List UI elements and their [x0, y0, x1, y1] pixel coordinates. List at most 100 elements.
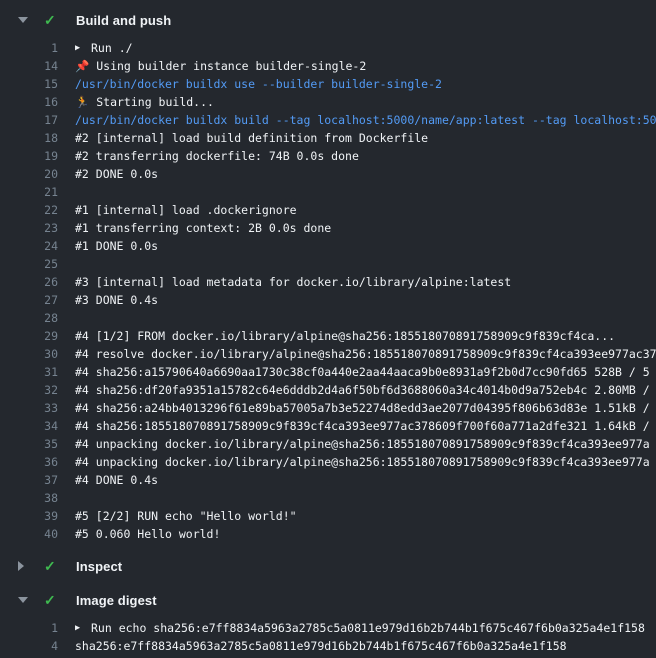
log-line: 22 #1 [internal] load .dockerignore [0, 201, 656, 219]
line-number[interactable]: 24 [0, 237, 58, 255]
line-number[interactable]: 19 [0, 147, 58, 165]
line-text: #5 0.060 Hello world! [75, 525, 220, 543]
line-text: Run echo sha256:e7ff8834a5963a2785c5a081… [91, 619, 645, 637]
log-line: 34 #4 sha256:185518070891758909c9f839cf4… [0, 417, 656, 435]
success-check-icon: ✓ [44, 559, 60, 573]
chevron-right-icon[interactable] [18, 561, 24, 571]
line-text: #4 [1/2] FROM docker.io/library/alpine@s… [75, 327, 615, 345]
line-number[interactable]: 20 [0, 165, 58, 183]
log-line: 26 #3 [internal] load metadata for docke… [0, 273, 656, 291]
log-line: 35 #4 unpacking docker.io/library/alpine… [0, 435, 656, 453]
line-number[interactable]: 1 [0, 619, 58, 637]
log-line: 29 #4 [1/2] FROM docker.io/library/alpin… [0, 327, 656, 345]
log-line: 14 📌 Using builder instance builder-sing… [0, 57, 656, 75]
chevron-down-icon[interactable] [18, 597, 28, 603]
section-header[interactable]: ✓ Inspect [0, 549, 656, 583]
success-check-icon: ✓ [44, 13, 60, 27]
line-number[interactable]: 25 [0, 255, 58, 273]
line-text: #4 resolve docker.io/library/alpine@sha2… [75, 345, 656, 363]
line-number[interactable]: 14 [0, 57, 58, 75]
log-line: 38 [0, 489, 656, 507]
log-line: 31 #4 sha256:a15790640a6690aa1730c38cf0a… [0, 363, 656, 381]
line-number[interactable]: 16 [0, 93, 58, 111]
line-number[interactable]: 15 [0, 75, 58, 93]
log-line: 20 #2 DONE 0.0s [0, 165, 656, 183]
line-number[interactable]: 32 [0, 381, 58, 399]
line-number[interactable]: 18 [0, 129, 58, 147]
log-line: 37 #4 DONE 0.4s [0, 471, 656, 489]
line-text: #5 [2/2] RUN echo "Hello world!" [75, 507, 297, 525]
workflow-log-viewer: ✓ Build and push 1 ▶ Run ./ 14 📌 Using b… [0, 0, 656, 658]
log-line: 15 /usr/bin/docker buildx use --builder … [0, 75, 656, 93]
log-line: 25 [0, 255, 656, 273]
log-section: ✓ Inspect [0, 549, 656, 583]
log-line: 21 [0, 183, 656, 201]
line-text: #4 unpacking docker.io/library/alpine@sh… [75, 453, 650, 471]
success-check-icon: ✓ [44, 593, 60, 607]
log-line: 40 #5 0.060 Hello world! [0, 525, 656, 543]
line-text: /usr/bin/docker buildx build --tag local… [75, 111, 656, 129]
line-number[interactable]: 33 [0, 399, 58, 417]
chevron-down-icon[interactable] [18, 17, 28, 23]
line-number[interactable]: 39 [0, 507, 58, 525]
line-number[interactable]: 35 [0, 435, 58, 453]
line-text: #4 unpacking docker.io/library/alpine@sh… [75, 435, 650, 453]
line-text: #4 sha256:185518070891758909c9f839cf4ca3… [75, 417, 650, 435]
line-text: #2 DONE 0.0s [75, 165, 158, 183]
line-text: #4 DONE 0.4s [75, 471, 158, 489]
line-number[interactable]: 34 [0, 417, 58, 435]
line-text: Run ./ [91, 39, 133, 57]
line-number[interactable]: 30 [0, 345, 58, 363]
log-line: 30 #4 resolve docker.io/library/alpine@s… [0, 345, 656, 363]
log-line: 23 #1 transferring context: 2B 0.0s done [0, 219, 656, 237]
line-text: 🏃 Starting build... [75, 93, 214, 111]
log-line: 17 /usr/bin/docker buildx build --tag lo… [0, 111, 656, 129]
line-text: /usr/bin/docker buildx use --builder bui… [75, 75, 442, 93]
log-line: 4 sha256:e7ff8834a5963a2785c5a0811e979d1… [0, 637, 656, 655]
line-number[interactable]: 40 [0, 525, 58, 543]
group-caret-icon[interactable]: ▶ [75, 619, 91, 637]
line-number[interactable]: 22 [0, 201, 58, 219]
log-line: 28 [0, 309, 656, 327]
log-line: 16 🏃 Starting build... [0, 93, 656, 111]
log-lines: 1 ▶ Run ./ 14 📌 Using builder instance b… [0, 37, 656, 549]
line-text: sha256:e7ff8834a5963a2785c5a0811e979d16b… [75, 637, 567, 655]
section-title: Image digest [76, 593, 157, 608]
line-text: 📌 Using builder instance builder-single-… [75, 57, 366, 75]
line-text: #3 DONE 0.4s [75, 291, 158, 309]
line-number[interactable]: 21 [0, 183, 58, 201]
line-number[interactable]: 1 [0, 39, 58, 57]
log-line: 36 #4 unpacking docker.io/library/alpine… [0, 453, 656, 471]
line-number[interactable]: 29 [0, 327, 58, 345]
log-line: 1 ▶ Run ./ [0, 39, 656, 57]
group-caret-icon[interactable]: ▶ [75, 39, 91, 57]
line-text: #4 sha256:a24bb4013296f61e89ba57005a7b3e… [75, 399, 650, 417]
section-header[interactable]: ✓ Image digest [0, 583, 656, 617]
log-lines: 1 ▶ Run echo sha256:e7ff8834a5963a2785c5… [0, 617, 656, 658]
log-line: 39 #5 [2/2] RUN echo "Hello world!" [0, 507, 656, 525]
section-title: Build and push [76, 13, 171, 28]
line-text: #2 [internal] load build definition from… [75, 129, 428, 147]
line-number[interactable]: 27 [0, 291, 58, 309]
line-number[interactable]: 23 [0, 219, 58, 237]
log-line: 18 #2 [internal] load build definition f… [0, 129, 656, 147]
line-text: #1 [internal] load .dockerignore [75, 201, 297, 219]
line-number[interactable]: 38 [0, 489, 58, 507]
line-number[interactable]: 31 [0, 363, 58, 381]
log-section: ✓ Build and push 1 ▶ Run ./ 14 📌 Using b… [0, 3, 656, 549]
line-text: #4 sha256:a15790640a6690aa1730c38cf0a440… [75, 363, 650, 381]
section-header[interactable]: ✓ Build and push [0, 3, 656, 37]
line-number[interactable]: 36 [0, 453, 58, 471]
line-number[interactable]: 37 [0, 471, 58, 489]
log-line: 1 ▶ Run echo sha256:e7ff8834a5963a2785c5… [0, 619, 656, 637]
log-line: 27 #3 DONE 0.4s [0, 291, 656, 309]
line-number[interactable]: 28 [0, 309, 58, 327]
line-number[interactable]: 4 [0, 637, 58, 655]
line-text: #1 transferring context: 2B 0.0s done [75, 219, 331, 237]
log-section: ✓ Image digest 1 ▶ Run echo sha256:e7ff8… [0, 583, 656, 658]
log-line: 32 #4 sha256:df20fa9351a15782c64e6dddb2d… [0, 381, 656, 399]
line-number[interactable]: 26 [0, 273, 58, 291]
line-number[interactable]: 17 [0, 111, 58, 129]
line-text: #3 [internal] load metadata for docker.i… [75, 273, 511, 291]
section-title: Inspect [76, 559, 122, 574]
